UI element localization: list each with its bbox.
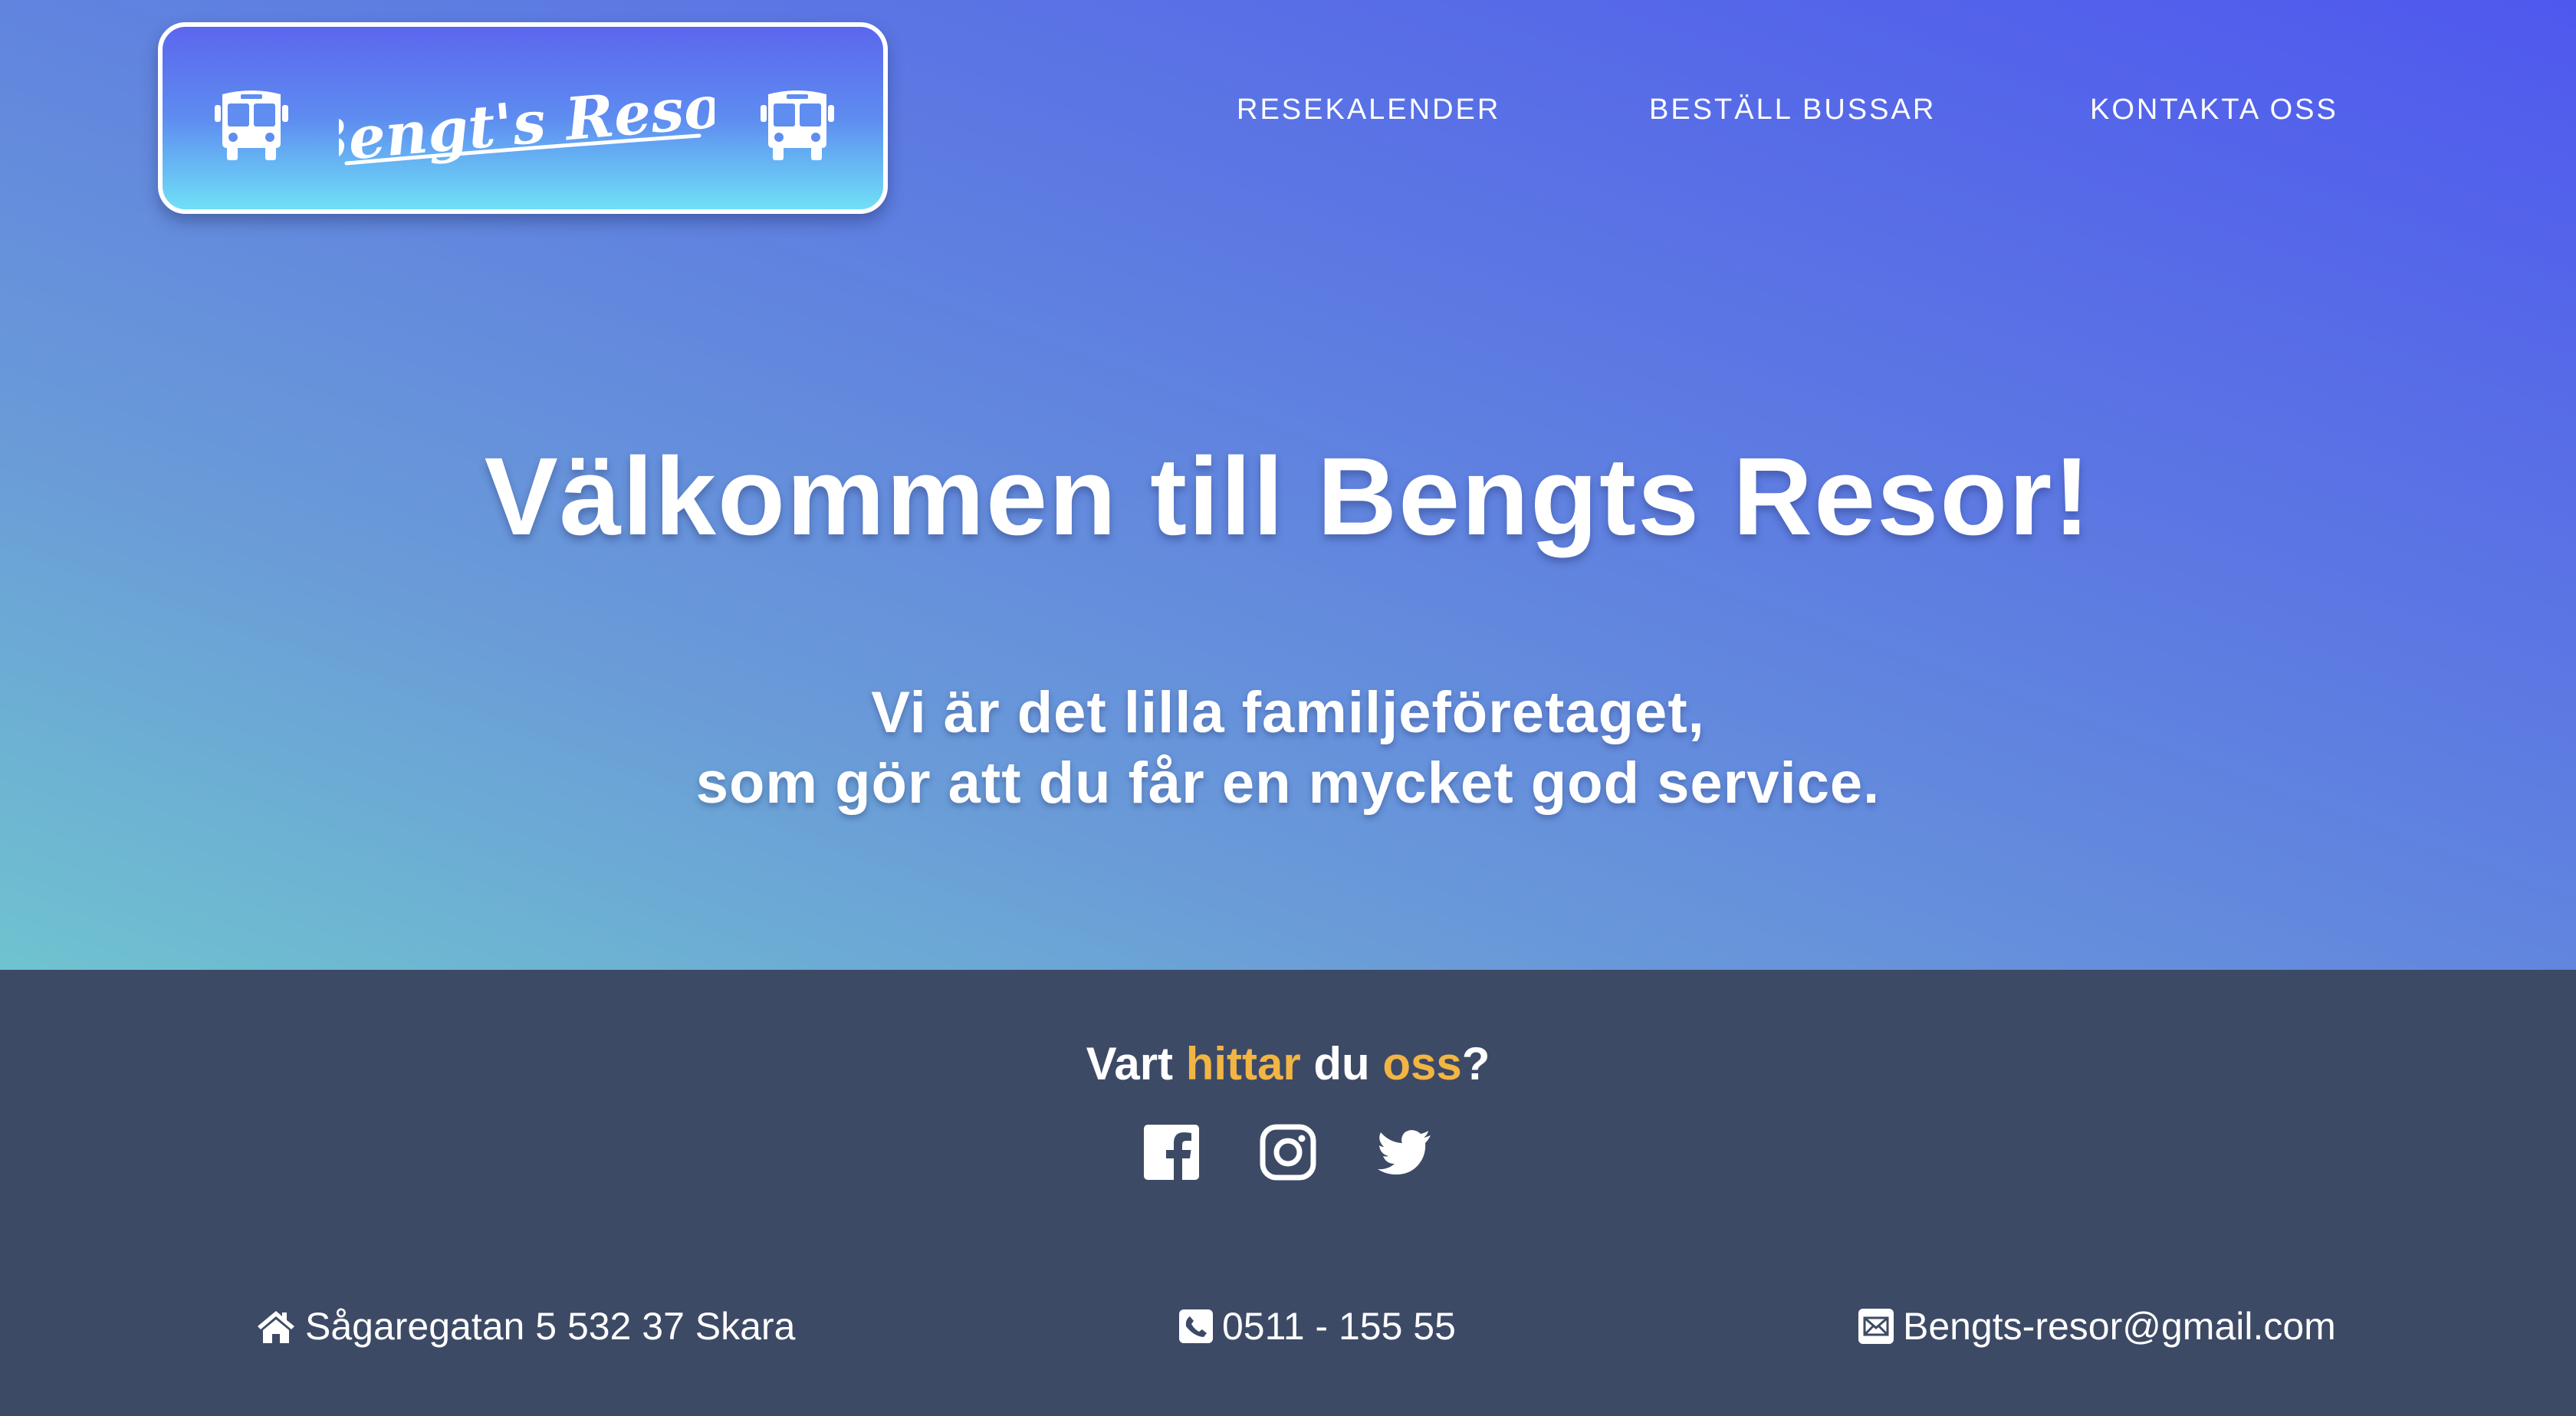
email-text[interactable]: Bengts-resor@gmail.com [1903, 1304, 2336, 1349]
mail-icon [1858, 1309, 1894, 1344]
find-us-text: Vart [1086, 1038, 1186, 1089]
phone-icon [1179, 1309, 1213, 1343]
email-link[interactable]: Bengts-resor@gmail.com [1858, 1301, 2336, 1352]
nav-bestall-bussar[interactable]: BESTÄLL BUSSAR [1649, 94, 1936, 132]
twitter-icon[interactable] [1375, 1123, 1434, 1181]
hero-section: Bengt's Resor RESEKALENDER BESTÄLL BUSSA… [0, 0, 2576, 970]
phone-text: 0511 - 155 55 [1222, 1305, 1456, 1348]
find-us-accent: hittar [1185, 1038, 1301, 1089]
phone-item: 0511 - 155 55 [1179, 1301, 1456, 1352]
logo-button[interactable]: Bengt's Resor [158, 22, 888, 214]
find-us-accent: oss [1382, 1038, 1462, 1089]
hero-subtitle-line-2: som gör att du får en mycket god service… [695, 751, 1881, 816]
bus-icon [215, 90, 288, 160]
logo-wordmark: Bengt's Resor [339, 77, 715, 177]
nav-resekalender[interactable]: RESEKALENDER [1237, 94, 1500, 132]
find-us-heading: Vart hittar du oss? [0, 1037, 2576, 1090]
find-us-text: du [1300, 1038, 1383, 1089]
bus-icon [761, 90, 834, 160]
hero-subtitle-line-1: Vi är det lilla familjeföretaget, [871, 680, 1705, 745]
find-us-text: ? [1461, 1038, 1490, 1089]
svg-text:Bengt's Resor: Bengt's Resor [339, 77, 715, 177]
address-text: Sågaregatan 5 532 37 Skara [305, 1305, 796, 1348]
nav-kontakta-oss[interactable]: KONTAKTA OSS [2090, 94, 2338, 132]
footer: Vart hittar du oss? Sågaregatan 5 532 37… [0, 970, 2576, 1416]
instagram-icon[interactable] [1259, 1123, 1317, 1181]
facebook-icon[interactable] [1142, 1123, 1201, 1181]
address-item: Sågaregatan 5 532 37 Skara [256, 1301, 795, 1352]
home-icon [258, 1311, 294, 1343]
page: Bengt's Resor RESEKALENDER BESTÄLL BUSSA… [0, 0, 2576, 1416]
hero-title: Välkommen till Bengts Resor! [484, 435, 2092, 558]
